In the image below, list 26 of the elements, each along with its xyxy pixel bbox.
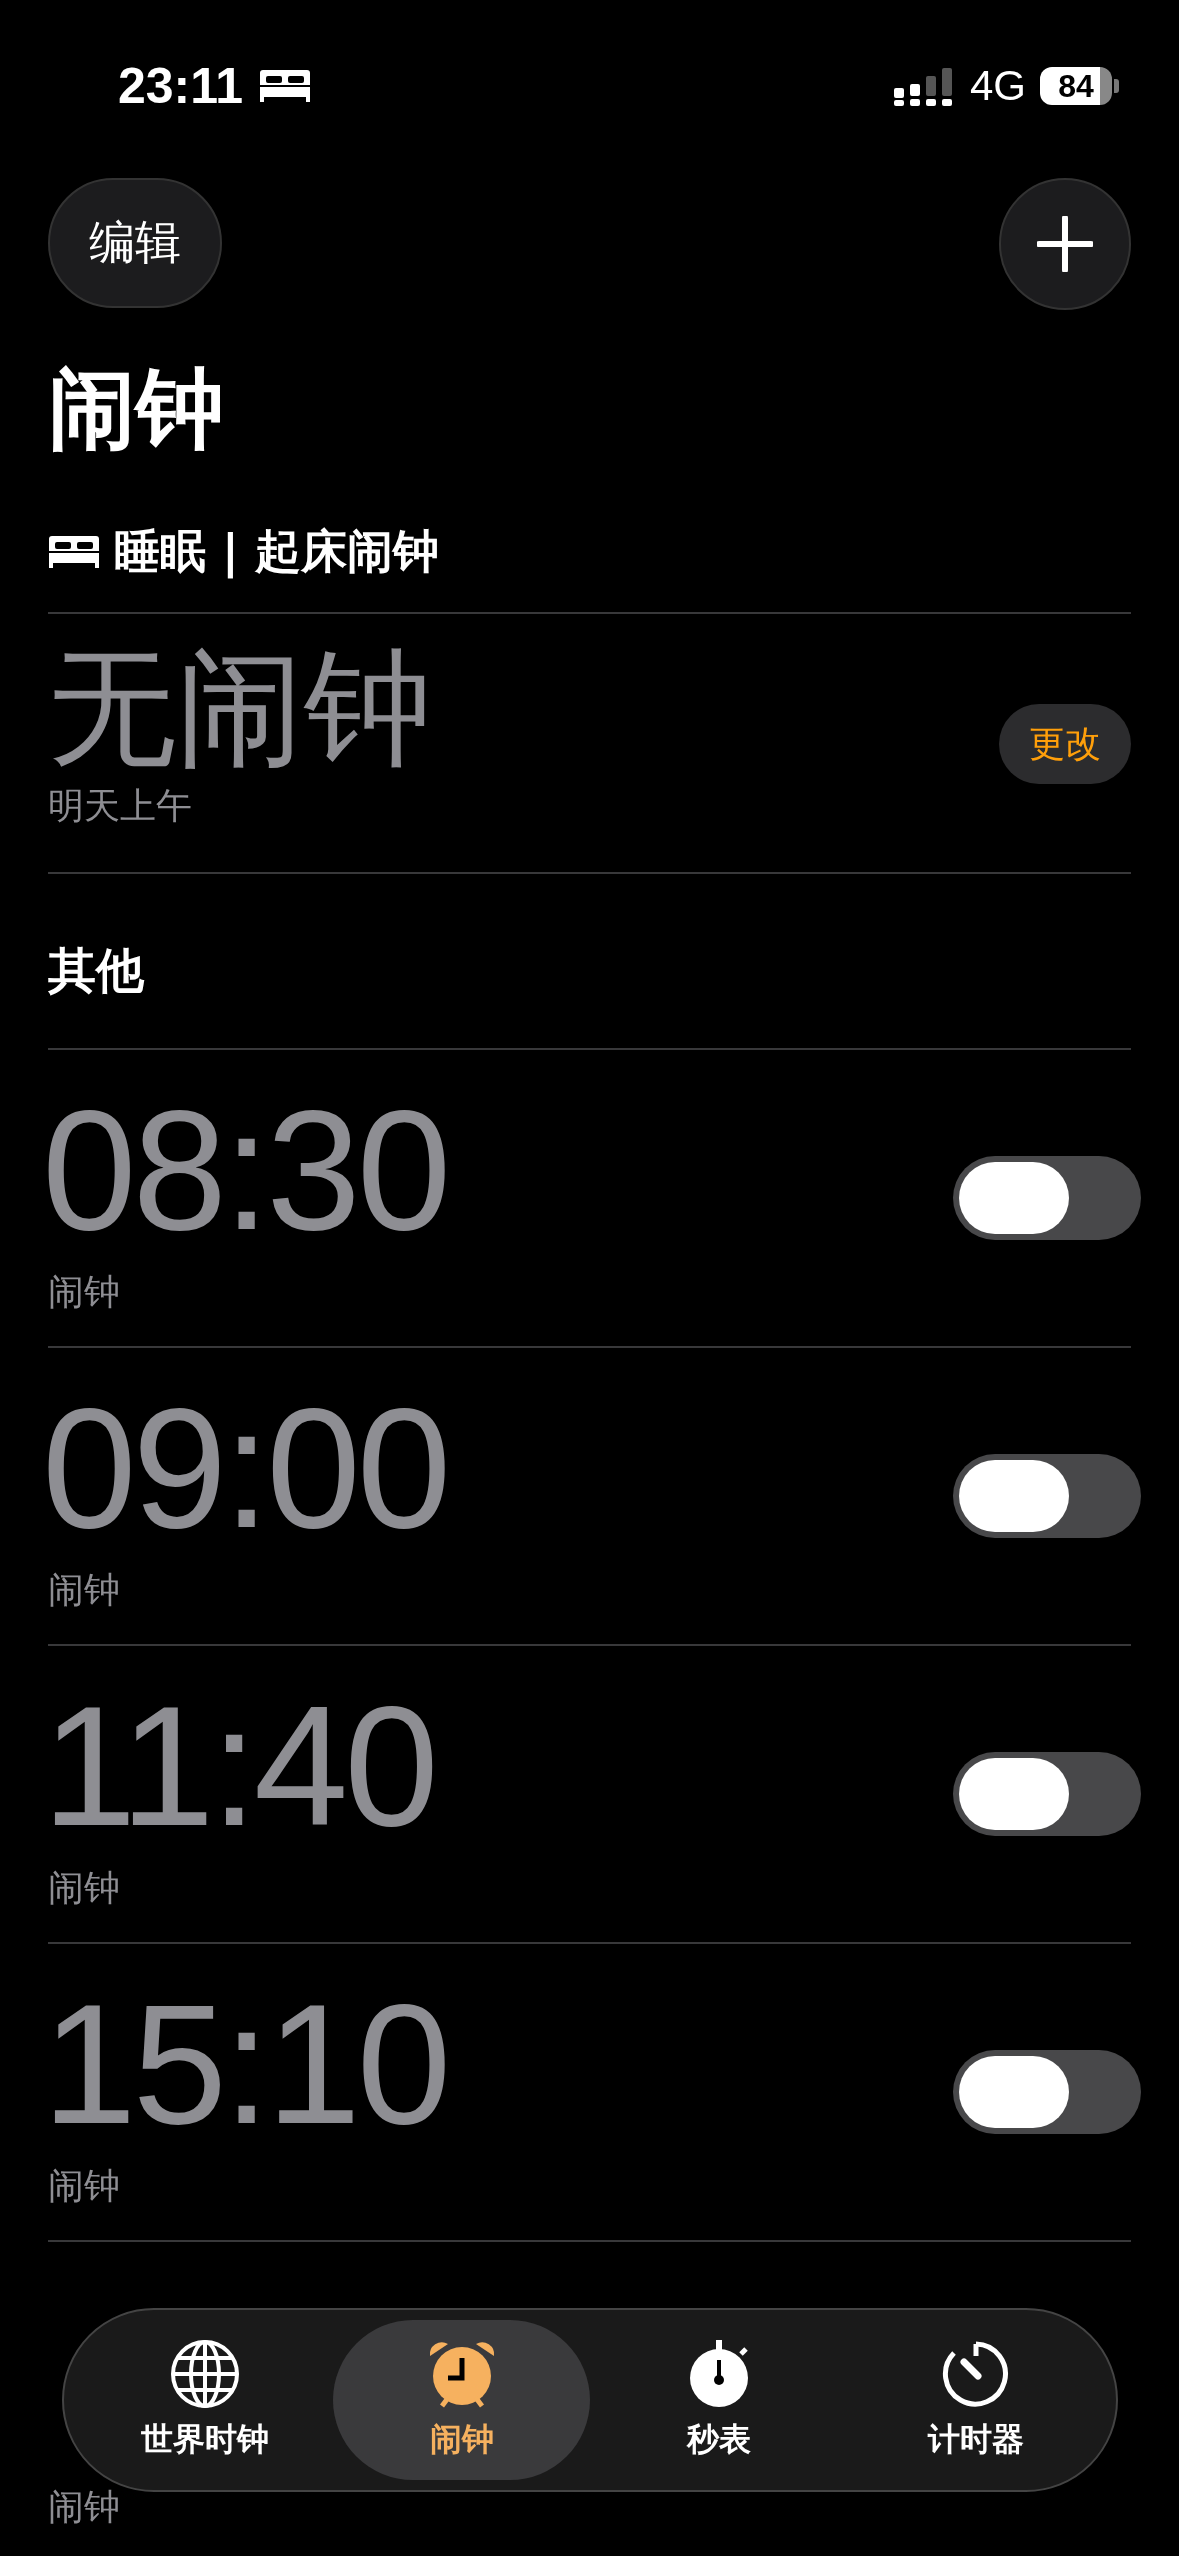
globe-icon: [168, 2338, 241, 2410]
edit-button[interactable]: 编辑: [48, 178, 222, 308]
network-label: 4G: [969, 62, 1026, 110]
change-button[interactable]: 更改: [999, 704, 1131, 784]
alarm-label: 闹钟: [48, 1567, 121, 1612]
alarm-label: 闹钟: [48, 2163, 121, 2208]
plus-icon: [1037, 216, 1093, 272]
alarm-label: 闹钟: [48, 1269, 121, 1314]
status-time: 23:11: [118, 57, 244, 115]
alarm-time: 11:40: [42, 1675, 435, 1856]
section-title: 睡眠 | 起床闹钟: [114, 523, 439, 581]
alarm-time: 08:30: [42, 1079, 448, 1260]
alarm-time: 15:10: [42, 1973, 448, 2154]
page-title: 闹钟: [48, 356, 225, 462]
alarm-subtitle: 明天上午: [48, 783, 193, 828]
bed-icon: [259, 68, 312, 104]
alarm-time: 09:00: [42, 1377, 448, 1558]
bed-icon: [48, 534, 100, 570]
tab[interactable]: 闹钟: [333, 2320, 590, 2480]
alarm-label: 闹钟: [48, 2485, 120, 2529]
alarm-label: 闹钟: [48, 1865, 121, 1910]
section-title: 其他: [48, 941, 146, 1000]
tab[interactable]: 秒表: [590, 2320, 847, 2480]
tab[interactable]: 世界时钟: [76, 2320, 333, 2480]
alarm-status: 无闹钟: [48, 637, 432, 778]
tab[interactable]: 计时器: [847, 2320, 1104, 2480]
